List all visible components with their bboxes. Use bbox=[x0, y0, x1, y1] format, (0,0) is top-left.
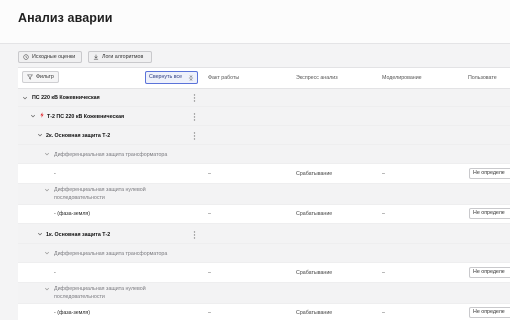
row-label: - bbox=[54, 270, 56, 276]
diff-transformer-label: Дифференциальная защита трансформатора bbox=[54, 251, 168, 257]
tree-row-protection-2k[interactable]: 2к. Основная защита Т-2 bbox=[18, 126, 510, 145]
fact-cell: – bbox=[208, 310, 211, 316]
tree-row-substation[interactable]: ПС 220 кВ Кожевническая bbox=[18, 89, 510, 107]
chevron-down-icon[interactable] bbox=[44, 151, 50, 157]
collapse-icon bbox=[188, 74, 194, 81]
filter-label: Фильтр bbox=[36, 74, 54, 80]
modeling-cell: – bbox=[382, 310, 385, 316]
lightning-icon bbox=[39, 112, 45, 118]
protection-2k-label: 2к. Основная защита Т-2 bbox=[46, 133, 111, 139]
tree-row-diff-zero-sequence[interactable]: Дифференциальная защита нулевой последов… bbox=[18, 184, 510, 205]
chevron-down-icon[interactable] bbox=[22, 95, 28, 101]
download-icon bbox=[93, 54, 99, 60]
tree-row-transformer[interactable]: Т-2 ПС 220 кВ Кожевническая bbox=[18, 107, 510, 126]
fact-cell: – bbox=[208, 211, 211, 217]
fact-cell: – bbox=[208, 270, 211, 276]
more-options-icon[interactable] bbox=[193, 231, 196, 239]
filter-button[interactable]: Фильтр bbox=[22, 71, 59, 83]
protection-1k-label: 1к. Основная защита Т-2 bbox=[46, 232, 111, 238]
tree-row-diff-transformer[interactable]: Дифференциальная защита трансформатора bbox=[18, 145, 510, 164]
row-label: - bbox=[54, 171, 56, 177]
column-header-fact[interactable]: Факт работы bbox=[208, 75, 239, 81]
chevron-down-icon[interactable] bbox=[44, 286, 50, 292]
column-header-modeling[interactable]: Моделирование bbox=[382, 75, 422, 81]
modeling-cell: – bbox=[382, 171, 385, 177]
chevron-down-icon[interactable] bbox=[37, 132, 43, 138]
diff-zero-sequence-label: Дифференциальная защита нулевой последов… bbox=[54, 286, 146, 300]
analysis-grid: Фильтр Свернуть все Факт работы Экспресс… bbox=[18, 67, 510, 320]
table-row[interactable]: - (фаза-земля) – Срабатывание – Не опред… bbox=[18, 205, 510, 224]
express-cell: Срабатывание bbox=[296, 171, 333, 177]
history-icon bbox=[23, 54, 29, 60]
filter-icon bbox=[27, 74, 33, 80]
table-row[interactable]: - – Срабатывание – Не определе bbox=[18, 164, 510, 184]
chevron-down-icon[interactable] bbox=[37, 231, 43, 237]
user-assessment-select[interactable]: Не определе bbox=[469, 208, 510, 219]
algorithm-logs-button[interactable]: Логи алгоритмов bbox=[88, 51, 152, 63]
user-assessment-select[interactable]: Не определе bbox=[469, 267, 510, 278]
column-header-user[interactable]: Пользовате bbox=[468, 75, 497, 81]
initial-scores-label: Исходные оценки bbox=[32, 54, 76, 60]
express-cell: Срабатывание bbox=[296, 211, 333, 217]
modeling-cell: – bbox=[382, 211, 385, 217]
algorithm-logs-label: Логи алгоритмов bbox=[102, 54, 144, 60]
express-cell: Срабатывание bbox=[296, 310, 333, 316]
table-row[interactable]: - – Срабатывание – Не определе bbox=[18, 263, 510, 283]
table-row[interactable]: - (фаза-земля) – Срабатывание – Не опред… bbox=[18, 304, 510, 320]
tree-row-protection-1k[interactable]: 1к. Основная защита Т-2 bbox=[18, 224, 510, 244]
column-header-row: Фильтр Свернуть все Факт работы Экспресс… bbox=[18, 68, 510, 89]
fact-cell: – bbox=[208, 171, 211, 177]
row-label: - (фаза-земля) bbox=[54, 310, 91, 316]
chevron-down-icon[interactable] bbox=[44, 250, 50, 256]
column-header-express[interactable]: Экспресс анализ bbox=[296, 75, 338, 81]
transformer-label: Т-2 ПС 220 кВ Кожевническая bbox=[47, 114, 125, 120]
collapse-all-button[interactable]: Свернуть все bbox=[145, 71, 198, 84]
page-title: Анализ аварии bbox=[18, 11, 113, 25]
tree-row-diff-zero-sequence[interactable]: Дифференциальная защита нулевой последов… bbox=[18, 283, 510, 304]
initial-scores-button[interactable]: Исходные оценки bbox=[18, 51, 82, 63]
page-header: Анализ аварии bbox=[0, 0, 510, 44]
more-options-icon[interactable] bbox=[193, 132, 196, 140]
more-options-icon[interactable] bbox=[193, 94, 196, 102]
substation-label: ПС 220 кВ Кожевническая bbox=[32, 95, 100, 101]
express-cell: Срабатывание bbox=[296, 270, 333, 276]
chevron-down-icon[interactable] bbox=[30, 113, 36, 119]
collapse-all-label: Свернуть все bbox=[149, 74, 183, 80]
user-assessment-select[interactable]: Не определе bbox=[469, 168, 510, 179]
tree-row-diff-transformer[interactable]: Дифференциальная защита трансформатора bbox=[18, 244, 510, 263]
user-assessment-select[interactable]: Не определе bbox=[469, 307, 510, 318]
more-options-icon[interactable] bbox=[193, 113, 196, 121]
diff-zero-sequence-label: Дифференциальная защита нулевой последов… bbox=[54, 187, 146, 201]
modeling-cell: – bbox=[382, 270, 385, 276]
diff-transformer-label: Дифференциальная защита трансформатора bbox=[54, 152, 168, 158]
chevron-down-icon[interactable] bbox=[44, 187, 50, 193]
row-label: - (фаза-земля) bbox=[54, 211, 91, 217]
